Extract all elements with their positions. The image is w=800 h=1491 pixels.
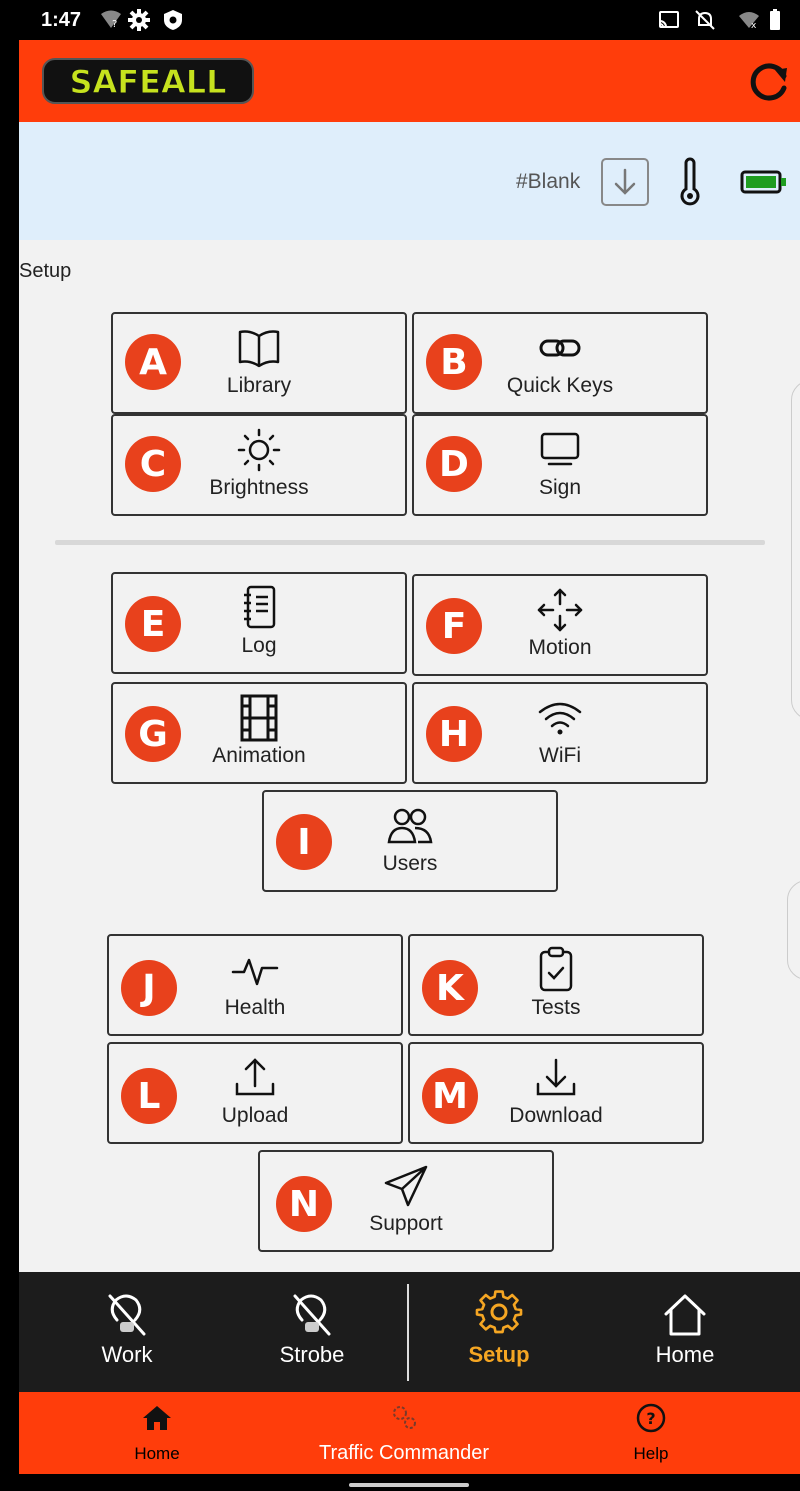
users-icon bbox=[385, 804, 435, 848]
battery-icon bbox=[740, 170, 786, 194]
tile-label: Quick Keys bbox=[506, 374, 614, 397]
work-light-off-icon bbox=[108, 1294, 146, 1336]
footer-label: Home bbox=[134, 1444, 180, 1463]
status-bar: 1:47 ? x bbox=[19, 0, 800, 40]
current-sign-name: #Blank bbox=[516, 170, 581, 193]
tests-button[interactable]: K Tests bbox=[408, 934, 704, 1036]
help-circle-icon: ? bbox=[636, 1403, 666, 1433]
nav-label: Setup bbox=[468, 1342, 530, 1367]
home-icon bbox=[143, 1406, 171, 1430]
section-divider bbox=[55, 540, 765, 545]
move-arrows-icon bbox=[535, 588, 585, 632]
gesture-bar bbox=[19, 1474, 800, 1491]
nav-label: Work bbox=[101, 1342, 153, 1367]
home-outline-icon bbox=[664, 1294, 706, 1336]
tile-label: WiFi bbox=[539, 744, 581, 767]
footer-help[interactable]: ? Help bbox=[601, 1392, 701, 1474]
wifi-off-icon: x bbox=[739, 12, 759, 31]
mute-bell-icon bbox=[695, 10, 715, 30]
health-button[interactable]: J Health bbox=[107, 934, 403, 1036]
download-icon bbox=[531, 1056, 581, 1100]
pulse-icon bbox=[230, 948, 280, 992]
svg-text:x: x bbox=[751, 21, 757, 31]
side-panel-edge bbox=[791, 380, 800, 720]
side-panel-edge bbox=[787, 880, 800, 980]
footer-label: Help bbox=[633, 1444, 669, 1463]
svg-text:?: ? bbox=[112, 19, 117, 30]
nav-separator bbox=[407, 1284, 409, 1381]
svg-text:?: ? bbox=[646, 1409, 655, 1428]
wifi-question-icon: ? bbox=[101, 10, 121, 30]
clipboard-check-icon bbox=[531, 946, 581, 992]
app-screen: 1:47 ? x SAFEALL #Blank Setup A Library … bbox=[19, 0, 800, 1491]
download-button[interactable]: M Download bbox=[408, 1042, 704, 1144]
battery-status-icon bbox=[770, 9, 780, 30]
bottom-nav: Work Strobe Setup Home bbox=[19, 1272, 800, 1392]
tile-label: Support bbox=[369, 1212, 443, 1235]
upload-button[interactable]: L Upload bbox=[107, 1042, 403, 1144]
arrow-down-icon bbox=[614, 168, 636, 195]
nav-home[interactable]: Home bbox=[635, 1272, 735, 1392]
sign-info-bar: #Blank bbox=[19, 122, 800, 240]
tile-label: Library bbox=[226, 374, 292, 397]
upload-icon bbox=[230, 1056, 280, 1100]
nav-strobe[interactable]: Strobe bbox=[262, 1272, 362, 1392]
tile-label: Animation bbox=[212, 744, 306, 767]
tile-label: Motion bbox=[528, 636, 592, 659]
nav-work[interactable]: Work bbox=[77, 1272, 177, 1392]
nav-setup[interactable]: Setup bbox=[449, 1272, 549, 1392]
monitor-icon bbox=[535, 428, 585, 472]
wifi-icon bbox=[535, 696, 585, 740]
tile-label: Health bbox=[224, 996, 286, 1019]
tile-label: Download bbox=[509, 1104, 603, 1127]
film-icon bbox=[234, 694, 284, 742]
gears-icon bbox=[393, 1406, 416, 1429]
strobe-light-off-icon bbox=[293, 1294, 331, 1336]
sign-button[interactable]: D Sign bbox=[412, 414, 708, 516]
download-sign-button[interactable] bbox=[601, 158, 649, 206]
nav-label: Strobe bbox=[279, 1342, 345, 1367]
tile-label: Upload bbox=[221, 1104, 289, 1127]
footer-bar: Home Traffic Commander ? Help bbox=[19, 1392, 800, 1474]
tile-label: Users bbox=[382, 852, 438, 875]
animation-button[interactable]: G Animation bbox=[111, 682, 407, 784]
nav-label: Home bbox=[655, 1342, 715, 1367]
svg-text:SAFEALL: SAFEALL bbox=[69, 63, 226, 101]
tile-label: Sign bbox=[538, 476, 582, 499]
motion-button[interactable]: F Motion bbox=[412, 574, 708, 676]
tile-label: Tests bbox=[531, 996, 581, 1019]
app-bar: SAFEALL bbox=[19, 40, 800, 122]
link-icon bbox=[535, 326, 585, 370]
footer-traffic-commander[interactable]: Traffic Commander bbox=[289, 1392, 519, 1474]
refresh-button[interactable] bbox=[746, 56, 794, 106]
tile-label: Brightness bbox=[209, 476, 309, 499]
footer-home[interactable]: Home bbox=[107, 1392, 207, 1474]
book-icon bbox=[234, 326, 284, 370]
log-button[interactable]: E Log bbox=[111, 572, 407, 674]
cast-icon bbox=[659, 11, 679, 28]
thermometer-icon bbox=[680, 157, 700, 206]
support-button[interactable]: N Support bbox=[258, 1150, 554, 1252]
send-icon bbox=[381, 1164, 431, 1208]
shield-icon bbox=[164, 10, 182, 30]
gesture-handle[interactable] bbox=[349, 1483, 469, 1487]
section-title: Setup bbox=[19, 260, 72, 282]
gear-icon bbox=[475, 1290, 523, 1334]
brightness-button[interactable]: C Brightness bbox=[111, 414, 407, 516]
users-button[interactable]: I Users bbox=[262, 790, 558, 892]
sun-icon bbox=[234, 428, 284, 472]
settings-gear-icon bbox=[128, 9, 150, 31]
status-time: 1:47 bbox=[41, 9, 82, 31]
wifi-button[interactable]: H WiFi bbox=[412, 682, 708, 784]
tile-label: Log bbox=[241, 634, 277, 657]
safeall-logo: SAFEALL bbox=[42, 58, 254, 104]
library-button[interactable]: A Library bbox=[111, 312, 407, 414]
notebook-icon bbox=[234, 585, 284, 630]
footer-label: Traffic Commander bbox=[318, 1442, 490, 1464]
quick-keys-button[interactable]: B Quick Keys bbox=[412, 312, 708, 414]
